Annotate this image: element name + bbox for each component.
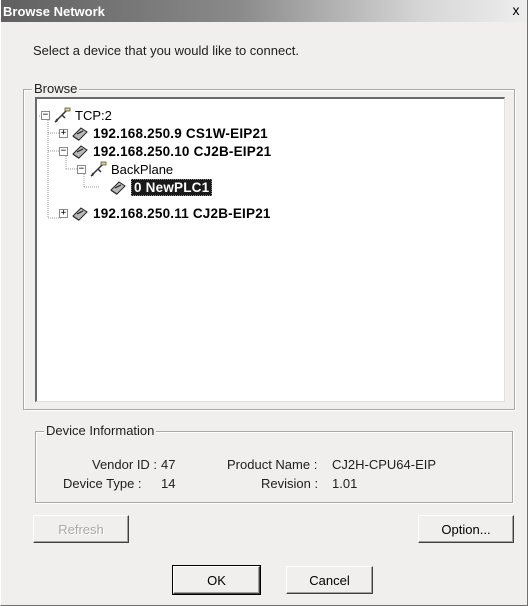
plc-device-icon xyxy=(72,127,88,141)
tree-node-label-selected: 0 NewPLC1 xyxy=(131,178,213,196)
vendor-id-value: 47 xyxy=(161,457,176,472)
product-name-value: CJ2H-CPU64-EIP xyxy=(332,457,437,472)
collapse-icon[interactable]: − xyxy=(41,110,50,120)
title-bar[interactable]: Browse Network x xyxy=(1,0,527,22)
tree-node-label: BackPlane xyxy=(111,161,174,177)
tree-node-backplane[interactable]: − BackPlane xyxy=(77,160,173,178)
tree-node-device[interactable]: + 192.168.250.11 CJ2B-EIP21 xyxy=(59,204,271,222)
collapse-icon[interactable]: − xyxy=(59,146,68,156)
tree-node-label: 192.168.250.10 CJ2B-EIP21 xyxy=(93,143,272,159)
plc-device-icon xyxy=(110,181,126,195)
option-button[interactable]: Option... xyxy=(418,515,514,543)
browse-network-dialog: Browse Network x Select a device that yo… xyxy=(0,0,528,606)
collapse-icon[interactable]: − xyxy=(77,164,86,174)
device-information-label: Device Information xyxy=(44,423,157,438)
tree-node-device[interactable]: − 192.168.250.10 CJ2B-EIP21 xyxy=(59,142,271,160)
product-name-label: Product Name : xyxy=(227,457,318,472)
close-icon[interactable]: x xyxy=(507,3,525,19)
vendor-id-label: Vendor ID : xyxy=(92,457,158,472)
tree-node-plc[interactable]: 0 NewPLC1 xyxy=(109,178,213,196)
device-type-value: 14 xyxy=(161,476,176,491)
ok-button[interactable]: OK xyxy=(172,565,261,595)
expand-icon[interactable]: + xyxy=(59,128,68,138)
network-cable-icon xyxy=(54,107,71,123)
tree-node-device[interactable]: + 192.168.250.9 CS1W-EIP21 xyxy=(59,124,268,142)
expand-icon[interactable]: + xyxy=(59,208,68,218)
device-type-label: Device Type : xyxy=(63,476,142,491)
tree-node-label: 192.168.250.11 CJ2B-EIP21 xyxy=(93,205,271,221)
refresh-button[interactable]: Refresh xyxy=(33,515,129,543)
plc-device-icon xyxy=(72,207,88,221)
revision-value: 1.01 xyxy=(332,476,358,491)
revision-label: Revision : xyxy=(261,476,319,491)
plc-device-icon xyxy=(72,145,88,159)
tree-node-tcp[interactable]: − TCP:2 xyxy=(41,106,112,124)
window-title: Browse Network xyxy=(3,4,105,19)
cancel-button[interactable]: Cancel xyxy=(286,566,373,594)
browse-group-label: Browse xyxy=(32,81,80,96)
tree-node-label: 192.168.250.9 CS1W-EIP21 xyxy=(93,125,268,141)
instruction-text: Select a device that you would like to c… xyxy=(33,43,299,58)
network-cable-icon xyxy=(90,161,107,177)
tree-node-label: TCP:2 xyxy=(75,107,112,123)
